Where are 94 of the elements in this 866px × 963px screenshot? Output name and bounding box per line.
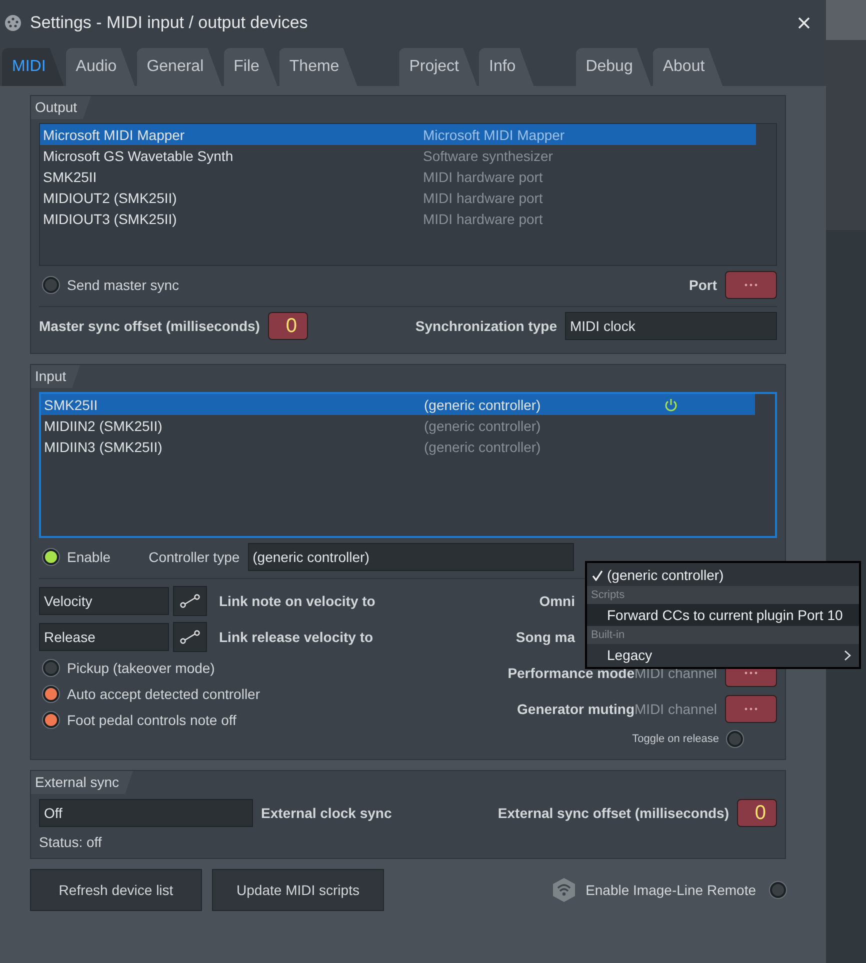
- external-offset-label: External sync offset (milliseconds): [498, 805, 729, 821]
- radio-button[interactable]: [43, 660, 59, 676]
- option-label: Auto accept detected controller: [67, 686, 260, 702]
- radio-button[interactable]: [727, 731, 743, 747]
- section-title: External sync: [31, 771, 134, 794]
- power-icon[interactable]: [664, 398, 678, 412]
- device-name: MIDIOUT2 (SMK25II): [42, 190, 178, 206]
- link-icon: [180, 630, 200, 644]
- link-label: Link release velocity to: [219, 629, 374, 645]
- status-text: Status: off: [39, 834, 103, 850]
- master-sync-offset-label: Master sync offset (milliseconds): [39, 318, 260, 334]
- menu-header: Scripts: [587, 586, 859, 604]
- channel-label: Omni: [539, 593, 575, 609]
- radio-button[interactable]: [43, 712, 59, 728]
- channel-selector[interactable]: [725, 695, 777, 723]
- controller-name: (generic controller): [424, 396, 542, 412]
- close-icon[interactable]: [798, 17, 810, 29]
- window-title: Settings - MIDI input / output devices: [30, 13, 308, 33]
- device-name: MIDIIN3 (SMK25II): [43, 438, 164, 454]
- tab[interactable]: Debug: [576, 48, 651, 86]
- radio-button[interactable]: [43, 277, 59, 293]
- device-row[interactable]: SMK25II (generic controller): [41, 394, 755, 415]
- remote-label: Enable Image-Line Remote: [586, 882, 756, 898]
- menu-item[interactable]: Forward CCs to current plugin Port 10: [587, 604, 859, 626]
- controller-name: (generic controller): [424, 418, 542, 434]
- midi-plug-icon: [4, 14, 22, 32]
- controller-type-label: Controller type: [148, 549, 240, 565]
- option-label: Pickup (takeover mode): [67, 660, 215, 676]
- sync-type-label: Synchronization type: [415, 318, 557, 334]
- device-name: MIDIOUT3 (SMK25II): [42, 210, 178, 226]
- dots-icon: [744, 707, 758, 711]
- port-selector[interactable]: [725, 271, 777, 299]
- link-label: Link note on velocity to: [219, 593, 376, 609]
- velocity-dropdown[interactable]: Release: [39, 623, 169, 651]
- device-name: Microsoft GS Wavetable Synth: [42, 148, 234, 164]
- tab[interactable]: Theme: [279, 48, 358, 86]
- device-row[interactable]: Microsoft GS Wavetable Synth Software synthesizer: [40, 145, 756, 166]
- enable-label: Enable: [67, 549, 111, 565]
- device-description: MIDI hardware port: [423, 210, 544, 226]
- link-button[interactable]: [173, 622, 207, 652]
- menu-item[interactable]: (generic controller): [587, 564, 859, 586]
- dots-icon: [744, 283, 758, 287]
- device-description: MIDI hardware port: [423, 168, 544, 184]
- menu-header: Built-in: [587, 626, 859, 644]
- device-row[interactable]: MIDIOUT3 (SMK25II) MIDI hardware port: [40, 208, 756, 229]
- device-row[interactable]: MIDIIN2 (SMK25II) (generic controller): [41, 415, 755, 436]
- section-title: Output: [31, 96, 92, 119]
- device-name: MIDIIN2 (SMK25II): [43, 418, 164, 434]
- velocity-dropdown[interactable]: Velocity: [39, 587, 169, 615]
- action-button[interactable]: Refresh device list: [30, 869, 202, 911]
- radio-button[interactable]: [770, 882, 786, 898]
- external-clock-label: External clock sync: [261, 805, 392, 821]
- wifi-shield-icon: [552, 877, 576, 903]
- device-row[interactable]: MIDIIN3 (SMK25II) (generic controller): [41, 436, 755, 457]
- send-master-sync-label: Send master sync: [67, 277, 180, 293]
- link-icon: [180, 594, 200, 608]
- channel-label: Song ma: [516, 629, 575, 645]
- controller-type-dropdown[interactable]: (generic controller): [248, 543, 574, 571]
- port-label: Port: [689, 277, 717, 293]
- device-name: SMK25II: [42, 168, 98, 184]
- offset-spinner[interactable]: 0: [268, 312, 308, 340]
- action-button[interactable]: Update MIDI scripts: [212, 869, 384, 911]
- device-row[interactable]: SMK25II MIDI hardware port: [40, 166, 756, 187]
- device-row[interactable]: MIDIOUT2 (SMK25II) MIDI hardware port: [40, 187, 756, 208]
- device-name: SMK25II: [43, 396, 99, 412]
- radio-button[interactable]: [43, 686, 59, 702]
- menu-item[interactable]: Legacy: [587, 644, 859, 666]
- check-icon: [592, 570, 602, 580]
- input-device-list[interactable]: SMK25II (generic controller) MIDIIN2 (SMK25II) (generic controller) MIDIIN3 (SMK25II) (generic controller): [39, 392, 777, 538]
- tab[interactable]: Project: [399, 48, 477, 86]
- device-name: Microsoft MIDI Mapper: [42, 126, 186, 142]
- sync-type-dropdown[interactable]: MIDI clock: [565, 312, 777, 340]
- tab[interactable]: Info: [479, 48, 534, 86]
- tab[interactable]: General: [136, 48, 222, 86]
- offset-spinner[interactable]: 0: [737, 799, 777, 827]
- tab[interactable]: Audio: [66, 48, 135, 86]
- section-title: Input: [31, 365, 80, 388]
- device-description: MIDI hardware port: [423, 190, 544, 206]
- device-description: Software synthesizer: [423, 148, 554, 164]
- tab[interactable]: MIDI: [2, 48, 64, 86]
- link-button[interactable]: [173, 586, 207, 616]
- channel-label: Generator mutingMIDI channel: [517, 701, 717, 717]
- output-device-list[interactable]: Microsoft MIDI Mapper Microsoft MIDI Mapper Microsoft GS Wavetable Synth Software synthesizer SMK25II MIDI hardware port MIDIOUT2 (SMK25II) MIDI hardware port MIDIOUT3 (SMK25II) MIDI hardware port: [39, 123, 777, 266]
- tab[interactable]: About: [652, 48, 723, 86]
- external-clock-dropdown[interactable]: Off: [39, 799, 253, 827]
- option-label: Foot pedal controls note off: [67, 712, 236, 728]
- tab[interactable]: File: [224, 48, 278, 86]
- controller-name: (generic controller): [424, 438, 542, 454]
- device-description: Microsoft MIDI Mapper: [423, 126, 566, 142]
- chevron-right-icon: [844, 650, 851, 660]
- toggle-on-release-label: Toggle on release: [632, 733, 719, 745]
- device-row[interactable]: Microsoft MIDI Mapper Microsoft MIDI Mapper: [40, 124, 756, 145]
- dots-icon: [744, 671, 758, 675]
- radio-button[interactable]: [43, 549, 59, 565]
